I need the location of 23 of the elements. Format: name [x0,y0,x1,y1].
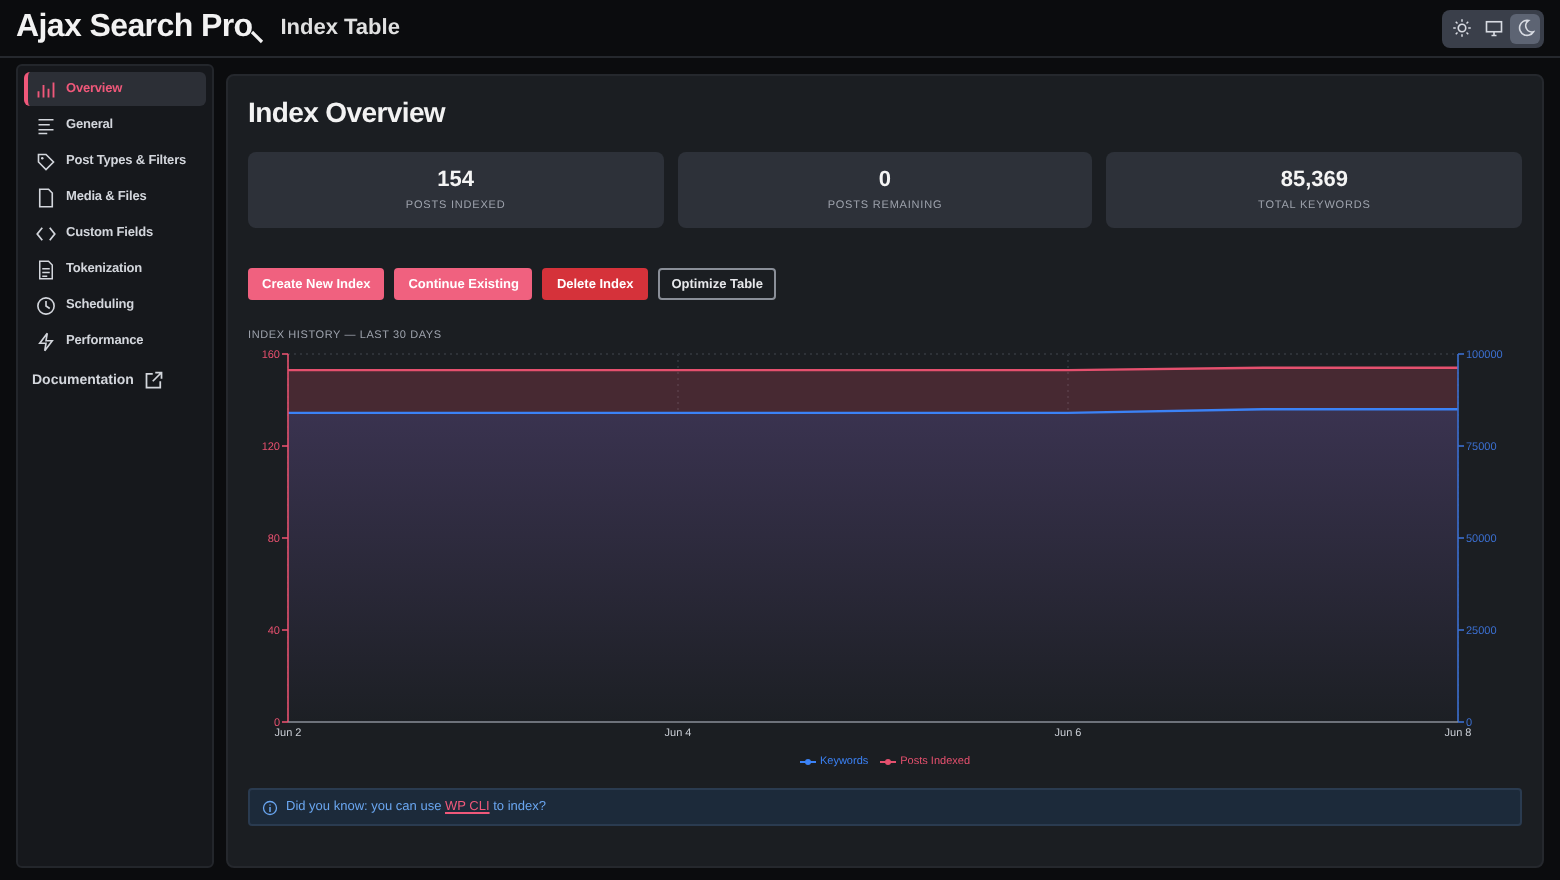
stat-value: 0 [878,168,892,192]
tag-icon [36,151,56,171]
stat-value: 154 [437,168,474,192]
page-title: Index Table [280,16,400,40]
monitor-icon [1483,18,1503,38]
section-title: Index Overview [248,96,448,128]
clock-icon [36,295,56,315]
legend-marker-icon [799,758,816,766]
info-icon [262,799,278,815]
document-icon [36,187,56,207]
code-icon [36,223,56,243]
lightning-icon [36,331,56,351]
document-lines-icon [36,259,56,279]
theme-button[interactable] [1510,13,1540,43]
magnifier-icon [250,29,265,43]
bar-chart-icon [36,79,56,99]
sun-icon [1451,18,1471,38]
lines-icon [36,115,56,135]
stat-value: 85,369 [1280,168,1348,192]
logo: Ajax Search Pro [16,10,253,46]
moon-icon [1515,18,1535,38]
external-link-icon [143,370,164,390]
legend-marker-icon [880,758,897,766]
